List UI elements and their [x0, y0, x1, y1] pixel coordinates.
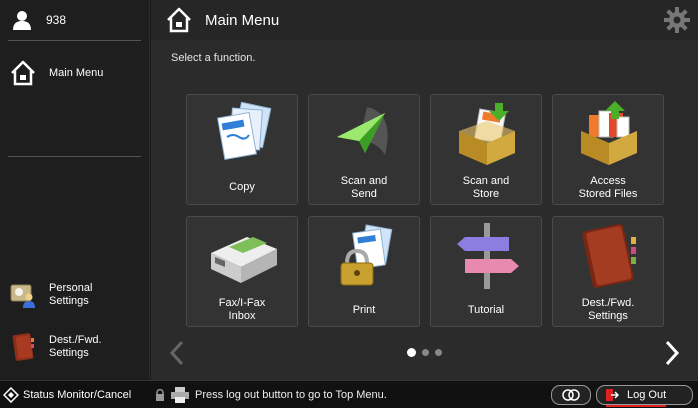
status-bar: Status Monitor/Cancel Press log out butt…	[0, 380, 698, 408]
user-icon	[13, 11, 31, 30]
printer-icon	[171, 387, 189, 403]
copy-button[interactable]: Copy	[186, 94, 298, 205]
stored-files-icon	[581, 101, 637, 165]
logout-underline	[606, 405, 666, 407]
tile-label: Dest./Fwd. Settings	[581, 297, 635, 322]
sidebar-item-label: Main Menu	[49, 66, 104, 79]
address-book-icon	[582, 224, 636, 288]
address-book-icon	[12, 333, 34, 361]
logout-label: Log Out	[627, 389, 667, 401]
logout-button[interactable]: Log Out	[596, 385, 693, 405]
home-icon	[167, 7, 191, 33]
user-name: 938	[46, 13, 67, 27]
fax-inbox-button[interactable]: Fax/I-Fax Inbox	[186, 216, 298, 327]
print-button[interactable]: Print	[308, 216, 420, 327]
tile-label: Scan and Send	[340, 175, 388, 200]
page-indicator	[407, 348, 442, 357]
footer-message-text: Press log out button to go to Top Menu.	[195, 389, 387, 401]
divider	[8, 40, 141, 41]
sidebar-item-dest-settings[interactable]: Dest./Fwd. Settings	[0, 330, 150, 364]
divider	[8, 156, 141, 157]
logout-icon	[606, 389, 619, 401]
personal-settings-icon	[10, 284, 35, 308]
page-title: Main Menu	[205, 11, 280, 29]
sidebar-item-label: Dest./Fwd. Settings	[49, 334, 102, 359]
sidebar-item-label: Personal Settings	[49, 282, 93, 307]
chevron-right-icon[interactable]	[664, 340, 680, 366]
lock-icon	[156, 389, 164, 401]
status-monitor-button[interactable]: Status Monitor/Cancel	[0, 381, 150, 408]
sidebar: 938 Main Menu Personal Settings Dest./Fw…	[0, 0, 150, 380]
status-monitor-label: Status Monitor/Cancel	[23, 389, 132, 401]
switch-button[interactable]	[551, 385, 591, 405]
dest-settings-button[interactable]: Dest./Fwd. Settings	[552, 216, 664, 327]
home-icon	[11, 60, 35, 86]
tile-label: Tutorial	[467, 304, 505, 316]
scan-store-button[interactable]: Scan and Store	[430, 94, 542, 205]
user-account[interactable]: 938	[0, 0, 150, 40]
tile-label: Copy	[229, 181, 255, 193]
fax-inbox-icon	[211, 237, 277, 283]
switch-icon	[562, 389, 580, 401]
chevron-left-icon[interactable]	[169, 340, 185, 366]
scan-store-icon	[459, 103, 515, 165]
scan-send-button[interactable]: Scan and Send	[308, 94, 420, 205]
footer-message: Press log out button to go to Top Menu.	[155, 381, 387, 408]
main-panel: Select a function. Copy Scan and Send Sc…	[151, 40, 698, 380]
tutorial-button[interactable]: Tutorial	[430, 216, 542, 327]
access-stored-files-button[interactable]: Access Stored Files	[552, 94, 664, 205]
gear-icon[interactable]	[664, 7, 690, 33]
page-dot	[435, 349, 442, 356]
sidebar-item-personal-settings[interactable]: Personal Settings	[0, 278, 150, 312]
copy-icon	[217, 101, 272, 161]
tile-label: Access Stored Files	[578, 175, 638, 200]
tutorial-icon	[457, 223, 519, 289]
page-dot	[407, 348, 416, 357]
print-icon	[340, 224, 393, 286]
tile-label: Scan and Store	[462, 175, 510, 200]
scan-send-icon	[337, 107, 388, 155]
tile-label: Print	[352, 304, 376, 316]
page-dot	[422, 349, 429, 356]
instruction-text: Select a function.	[171, 52, 256, 64]
status-monitor-icon	[3, 387, 19, 403]
tile-label: Fax/I-Fax Inbox	[218, 297, 266, 322]
header: Main Menu	[151, 0, 698, 40]
sidebar-item-main-menu[interactable]: Main Menu	[0, 56, 150, 90]
